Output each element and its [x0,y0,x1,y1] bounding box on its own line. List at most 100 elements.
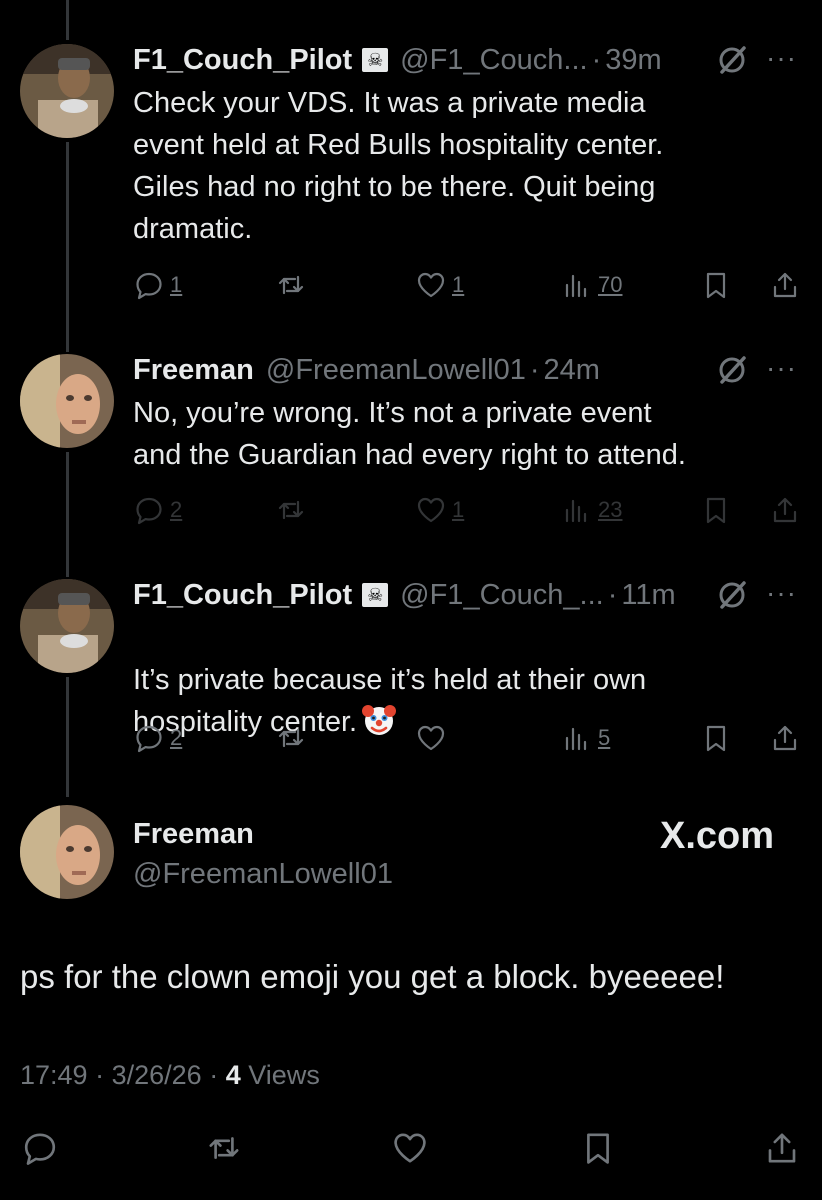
analytics-icon [565,727,587,751]
main-post-text: ps for the clown emoji you get a block. … [20,958,725,995]
repost-icon [209,1137,239,1159]
separator: · [529,353,540,386]
reply-tweet[interactable]: Freeman @FreemanLowell01 · 24m ··· No, y… [0,350,822,530]
author-name[interactable]: F1_Couch_Pilot [133,44,352,77]
author-handle[interactable]: @F1_Couch_... [400,579,604,612]
repost-button[interactable] [276,718,306,758]
avatar[interactable] [20,805,114,899]
tweet-text: No, you’re wrong. It’s not a private eve… [133,397,686,471]
share-button[interactable] [770,490,800,530]
repost-icon [278,275,304,295]
action-bar: 1 1 70 [0,265,822,305]
author-handle[interactable]: @F1_Couch... [400,44,587,77]
action-bar: 2 5 [0,718,822,758]
separator: · [209,1060,219,1090]
reply-icon [136,725,162,753]
like-button[interactable] [416,718,446,758]
bookmark-button[interactable] [580,1125,616,1171]
more-options-icon[interactable]: ··· [766,577,797,609]
reply-count: 2 [170,497,183,522]
like-count: 1 [452,272,465,297]
reply-tweet[interactable]: F1_Couch_Pilot ☠ @F1_Couch... · 39m ··· … [0,40,822,310]
separator: · [591,43,602,76]
action-bar: 2 1 23 [0,490,822,530]
share-button[interactable] [770,265,800,305]
analytics-icon [565,274,587,298]
timestamp[interactable]: 11m [621,579,675,612]
like-button[interactable]: 1 [416,265,464,305]
avatar[interactable] [20,44,114,138]
separator: · [607,578,618,611]
analytics-icon [565,499,587,523]
reply-icon [24,1133,56,1165]
timestamp[interactable]: 39m [605,44,661,77]
main-author-name[interactable]: Freeman [133,818,254,851]
tweet-header: Freeman @FreemanLowell01 · 24m [133,350,600,390]
views-button[interactable]: 5 [562,718,610,758]
more-options-icon[interactable]: ··· [766,42,797,74]
bookmark-button[interactable] [701,718,731,758]
x-com-watermark: X.com [660,815,775,857]
heart-icon [417,725,445,751]
view-count: 5 [598,725,611,750]
heart-icon [394,1133,426,1163]
reply-button[interactable]: 1 [134,265,182,305]
avatar[interactable] [20,354,114,448]
author-name[interactable]: Freeman [133,354,254,387]
reply-button[interactable]: 2 [134,718,182,758]
timestamp[interactable]: 24m [544,354,600,387]
bookmark-icon [706,272,726,299]
repost-button[interactable] [276,490,306,530]
repost-icon [278,728,304,748]
tweet-header: F1_Couch_Pilot ☠ @F1_Couch... · 39m [133,40,662,80]
repost-button[interactable] [276,265,306,305]
reply-tweet[interactable]: F1_Couch_Pilot ☠ @F1_Couch_... · 11m ···… [0,575,822,765]
view-count: 4 [225,1060,241,1090]
grok-icon[interactable] [716,354,748,386]
view-count: 23 [598,497,623,522]
share-icon [773,272,797,298]
bookmark-button[interactable] [701,490,731,530]
grok-icon[interactable] [716,44,748,76]
post-time[interactable]: 17:49 [20,1060,88,1090]
reply-icon [136,497,162,525]
main-author-handle[interactable]: @FreemanLowell01 [133,858,393,891]
like-button[interactable]: 1 [416,490,464,530]
tweet-text: Check your VDS. It was a private media e… [133,87,664,245]
author-name[interactable]: F1_Couch_Pilot [133,579,352,612]
reply-icon [136,272,162,300]
view-count: 70 [598,272,623,297]
post-metadata: 17:49 · 3/26/26 · 4 Views [20,1060,320,1091]
pirate-flag-icon: ☠ [362,583,389,607]
share-button[interactable] [764,1125,800,1171]
post-date[interactable]: 3/26/26 [112,1060,202,1090]
tweet-header: F1_Couch_Pilot ☠ @F1_Couch_... · 11m [133,575,676,615]
views-label: Views [248,1060,320,1090]
separator: · [95,1060,105,1090]
bookmark-icon [587,1133,609,1164]
repost-button[interactable] [206,1125,242,1171]
bookmark-button[interactable] [701,265,731,305]
bookmark-icon [706,497,726,524]
reply-count: 1 [170,272,183,297]
author-handle[interactable]: @FreemanLowell01 [266,354,526,387]
views-button[interactable]: 23 [562,490,622,530]
more-options-icon[interactable]: ··· [766,352,797,384]
views-button[interactable]: 70 [562,265,622,305]
grok-icon[interactable] [716,579,748,611]
share-button[interactable] [770,718,800,758]
share-icon [768,1133,796,1163]
main-action-bar [0,1125,822,1171]
reply-button[interactable] [22,1125,58,1171]
heart-icon [417,497,445,523]
reply-count: 2 [170,725,183,750]
like-button[interactable] [392,1125,428,1171]
repost-icon [278,500,304,520]
pirate-flag-icon: ☠ [362,48,389,72]
bookmark-icon [706,725,726,752]
tweet-text-line: It’s private because it’s held at their … [133,664,647,696]
thread-line [66,0,69,40]
share-icon [773,725,797,751]
avatar[interactable] [20,579,114,673]
reply-button[interactable]: 2 [134,490,182,530]
